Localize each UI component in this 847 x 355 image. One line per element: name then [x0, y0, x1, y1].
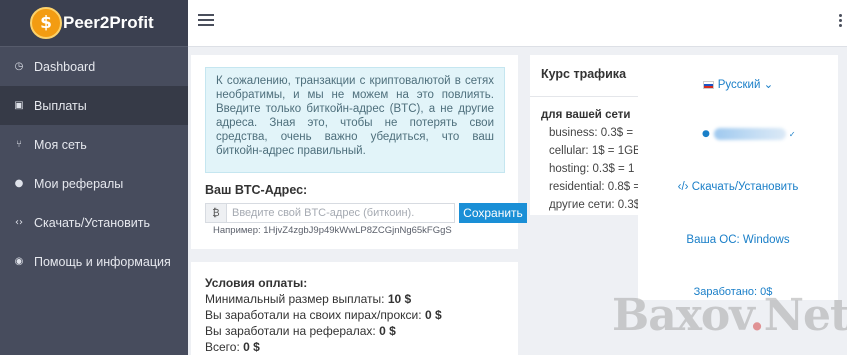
warning-notice: К сожалению, транзакции с криптовалютой …	[205, 67, 505, 173]
os-info: Ваша ОС: Windows	[686, 234, 790, 246]
total-value: 0 $	[243, 340, 260, 354]
sidebar-item-payouts[interactable]: ▣ Выплаты	[0, 86, 188, 125]
dashboard-icon: ◷	[14, 61, 24, 72]
payment-conditions-card: Условия оплаты: Минимальный размер выпла…	[191, 262, 518, 355]
sidebar-item-label: Мои рефералы	[34, 176, 124, 191]
btc-input-group: ₿ Сохранить	[205, 203, 527, 223]
language-selector[interactable]: Русский ⌄	[638, 77, 838, 91]
chevron-down-icon: ⌄	[763, 79, 774, 91]
btc-address-label: Ваш BTC-Адрес:	[205, 183, 308, 197]
sidebar-item-label: Моя сеть	[34, 137, 87, 152]
btc-address-card: К сожалению, транзакции с криптовалютой …	[191, 55, 527, 249]
sidebar: $ Peer2Profit ◷ Dashboard ▣ Выплаты ⑂ Мо…	[0, 0, 188, 355]
conditions-title: Условия оплаты:	[205, 276, 308, 290]
own-earnings-row: Вы заработали на своих пирах/прокси: 0 $	[205, 308, 442, 322]
sidebar-item-label: Выплаты	[34, 98, 87, 113]
payout-icon: ▣	[14, 100, 24, 111]
min-payout-label: Минимальный размер выплаты:	[205, 292, 385, 306]
btc-address-input[interactable]	[227, 203, 455, 223]
user-menu-panel: Русский ⌄ ● ✓ ‹/› Скачать/Установить Ваш…	[638, 55, 838, 300]
help-icon: ◉	[14, 256, 24, 267]
traffic-rate-item: cellular: 1$ = 1GB	[549, 145, 638, 157]
verified-icon: ✓	[788, 129, 796, 139]
own-earnings-value: 0 $	[424, 308, 442, 322]
menu-icon[interactable]	[198, 14, 214, 28]
min-payout-value: 10 $	[387, 292, 412, 306]
bitcoin-icon: ₿	[205, 203, 227, 223]
traffic-rate-item: hosting: 0.3$ = 1	[549, 163, 635, 175]
download-install-link[interactable]: ‹/› Скачать/Установить	[638, 181, 838, 193]
russia-flag-icon	[702, 80, 714, 89]
sidebar-item-help[interactable]: ◉ Помощь и информация	[0, 242, 188, 281]
user-icon: ●	[702, 129, 710, 139]
referral-earnings-value: 0 $	[379, 324, 396, 338]
network-icon: ⑂	[16, 139, 22, 150]
sidebar-item-dashboard[interactable]: ◷ Dashboard	[0, 47, 188, 86]
btc-example: Например: 1HjvZ4zgbJ9p49kWwLP8ZCGjnNg65k…	[213, 225, 452, 236]
blurred-username	[713, 128, 786, 140]
sidebar-item-my-network[interactable]: ⑂ Моя сеть	[0, 125, 188, 164]
code-icon: ‹›	[15, 217, 23, 228]
user-account[interactable]: ● ✓	[702, 128, 796, 140]
sidebar-item-label: Скачать/Установить	[34, 215, 150, 230]
save-button[interactable]: Сохранить	[459, 203, 527, 223]
more-vertical-icon[interactable]	[839, 14, 843, 29]
traffic-rate-item: residential: 0.8$ =	[549, 181, 638, 193]
user-icon: ●	[14, 178, 24, 189]
language-label: Русский	[717, 79, 761, 91]
watermark: Baxov.Net	[612, 290, 847, 341]
traffic-rate-item: другие сети: 0.3$	[549, 199, 638, 211]
code-icon: ‹/›	[677, 181, 689, 193]
coin-logo-icon: $	[30, 7, 62, 39]
brand[interactable]: $ Peer2Profit	[0, 0, 188, 47]
total-label: Всего:	[205, 340, 240, 354]
download-install-label: Скачать/Установить	[691, 181, 799, 193]
sidebar-item-referrals[interactable]: ● Мои рефералы	[0, 164, 188, 203]
traffic-rate-card: Курс трафика для вашей сети business: 0.…	[530, 55, 638, 215]
sidebar-item-label: Dashboard	[34, 59, 96, 74]
traffic-rate-item: business: 0.3$ =	[549, 127, 634, 139]
sidebar-item-download[interactable]: ‹› Скачать/Установить	[0, 203, 188, 242]
divider	[530, 96, 638, 97]
own-earnings-label: Вы заработали на своих пирах/прокси:	[205, 308, 422, 322]
traffic-title: Курс трафика	[541, 67, 627, 81]
referral-earnings-label: Вы заработали на рефералах:	[205, 324, 376, 338]
brand-name: Peer2Profit	[63, 13, 154, 32]
sidebar-item-label: Помощь и информация	[34, 254, 171, 269]
traffic-subtitle: для вашей сети	[541, 109, 631, 121]
min-payout-row: Минимальный размер выплаты: 10 $	[205, 292, 411, 306]
referral-earnings-row: Вы заработали на рефералах: 0 $	[205, 324, 396, 338]
total-row: Всего: 0 $	[205, 340, 260, 354]
topbar	[188, 0, 847, 47]
